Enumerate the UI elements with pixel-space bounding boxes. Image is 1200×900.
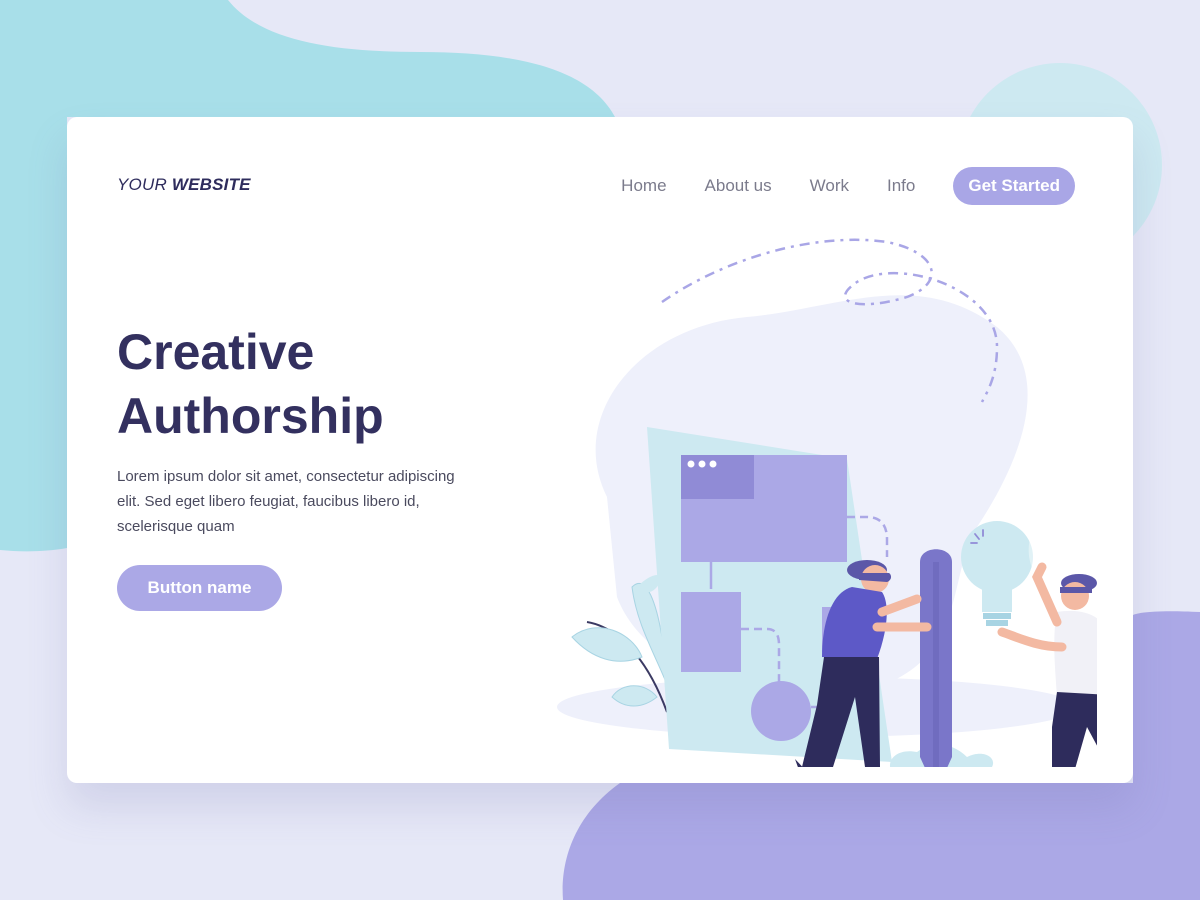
nav-home[interactable]: Home bbox=[621, 176, 666, 196]
hero-description: Lorem ipsum dolor sit amet, consectetur … bbox=[117, 468, 455, 535]
nav-work[interactable]: Work bbox=[810, 176, 849, 196]
window-dot-2 bbox=[698, 460, 706, 468]
landing-card: YOUR WEBSITE Home About us Work Info Get… bbox=[67, 117, 1133, 783]
get-started-button[interactable]: Get Started bbox=[953, 167, 1075, 205]
giant-pencil-icon bbox=[920, 549, 952, 767]
nav-about-us[interactable]: About us bbox=[705, 176, 772, 196]
window-dot-1 bbox=[687, 460, 695, 468]
hero-title-line-1: Creative bbox=[117, 324, 315, 380]
window-dot-3 bbox=[709, 460, 717, 468]
nav-info[interactable]: Info bbox=[887, 176, 915, 196]
hero-title-line-2: Authorship bbox=[117, 388, 384, 444]
logo-regular: YOUR bbox=[117, 175, 172, 194]
logo[interactable]: YOUR WEBSITE bbox=[117, 175, 251, 195]
person-right-icon bbox=[997, 562, 1097, 767]
hero-button[interactable]: Button name bbox=[117, 565, 282, 611]
hero-illustration bbox=[557, 238, 1097, 767]
main-nav: Home About us Work Info Get Started bbox=[621, 167, 1075, 205]
hero-title: Creative Authorship bbox=[117, 320, 497, 448]
logo-bold: WEBSITE bbox=[171, 175, 251, 194]
